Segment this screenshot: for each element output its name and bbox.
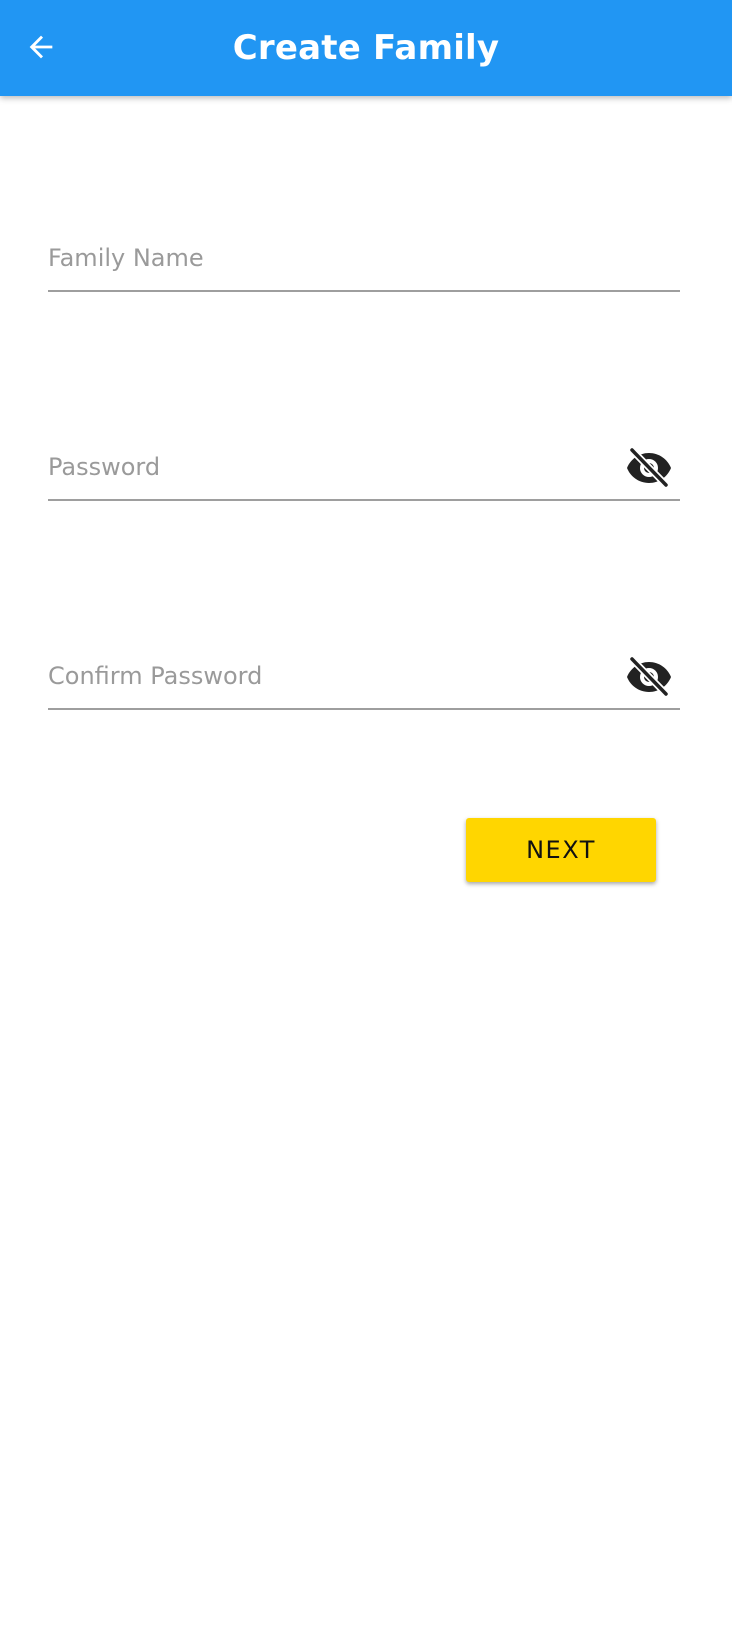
family-name-field-container	[48, 228, 680, 292]
back-button[interactable]	[14, 20, 68, 74]
confirm-password-visibility-toggle[interactable]	[624, 654, 674, 698]
page-title: Create Family	[232, 28, 500, 68]
next-button[interactable]: NEXT	[466, 818, 656, 882]
password-visibility-toggle[interactable]	[624, 445, 674, 489]
confirm-password-field-container	[48, 646, 680, 710]
visibility-off-icon	[627, 656, 671, 696]
arrow-back-icon	[29, 35, 53, 59]
visibility-off-icon	[627, 447, 671, 487]
app-bar: Create Family	[0, 0, 732, 96]
create-family-form: NEXT	[0, 96, 732, 1640]
password-field-container	[48, 437, 680, 501]
password-input[interactable]	[48, 437, 608, 497]
confirm-password-input[interactable]	[48, 646, 608, 706]
family-name-input[interactable]	[48, 228, 680, 288]
